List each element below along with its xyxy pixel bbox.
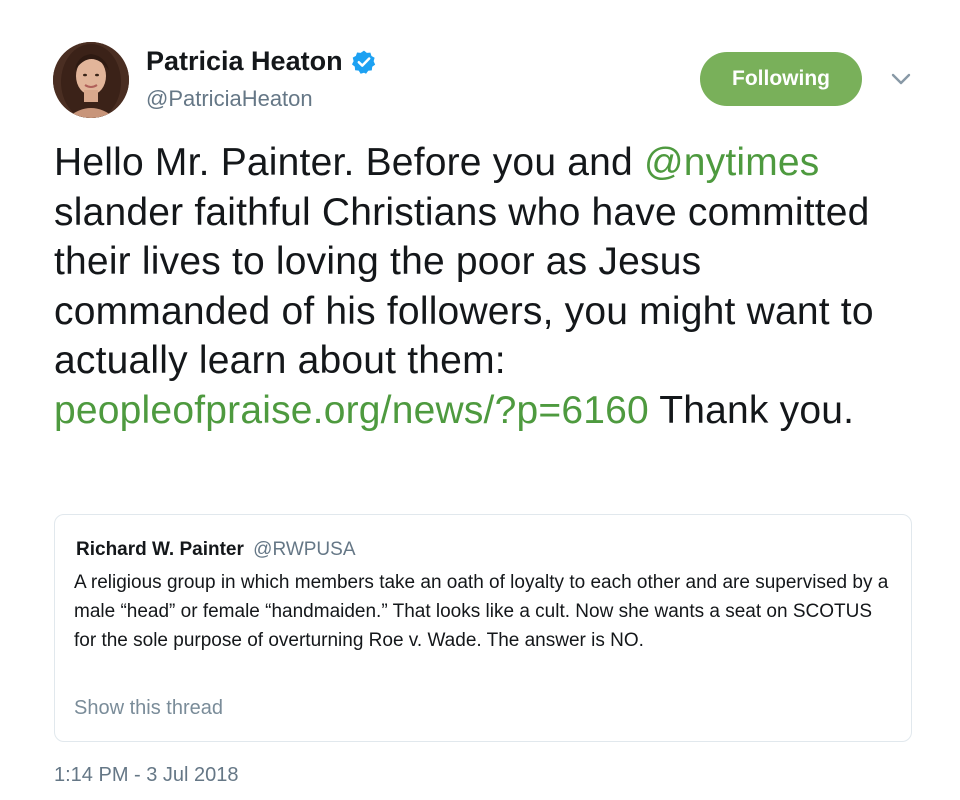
tweet-text-part: Hello Mr. Painter. Before you and: [54, 141, 644, 184]
author-handle[interactable]: @PatriciaHeaton: [146, 86, 313, 112]
quoted-tweet-card[interactable]: Richard W. Painter @RWPUSA A religious g…: [54, 514, 912, 742]
tweet-text-part: slander faithful Christians who have com…: [54, 190, 874, 383]
profile-photo: [53, 42, 129, 118]
avatar[interactable]: [53, 42, 129, 118]
tweet-text-part: Thank you.: [648, 388, 855, 432]
url-link[interactable]: peopleofpraise.org/news/?p=6160: [54, 389, 649, 432]
tweet-timestamp[interactable]: 1:14 PM - 3 Jul 2018: [54, 764, 239, 787]
quoted-author-name: Richard W. Painter: [76, 539, 244, 560]
following-button[interactable]: Following: [700, 52, 862, 106]
quoted-author-handle: @RWPUSA: [253, 539, 356, 560]
verified-badge-icon: [351, 49, 377, 75]
author-name-row[interactable]: Patricia Heaton: [146, 46, 377, 77]
chevron-down-icon[interactable]: [888, 66, 914, 92]
quoted-tweet-text: A religious group in which members take …: [74, 572, 889, 651]
tweet: Patricia Heaton @PatriciaHeaton Followin…: [0, 0, 960, 800]
quoted-tweet-header: Richard W. Painter @RWPUSA: [76, 539, 356, 561]
author-name[interactable]: Patricia Heaton: [146, 46, 343, 77]
mention-link[interactable]: @nytimes: [644, 141, 820, 184]
tweet-text: Hello Mr. Painter. Before you and @nytim…: [54, 138, 914, 435]
show-thread-link[interactable]: Show this thread: [74, 697, 223, 720]
